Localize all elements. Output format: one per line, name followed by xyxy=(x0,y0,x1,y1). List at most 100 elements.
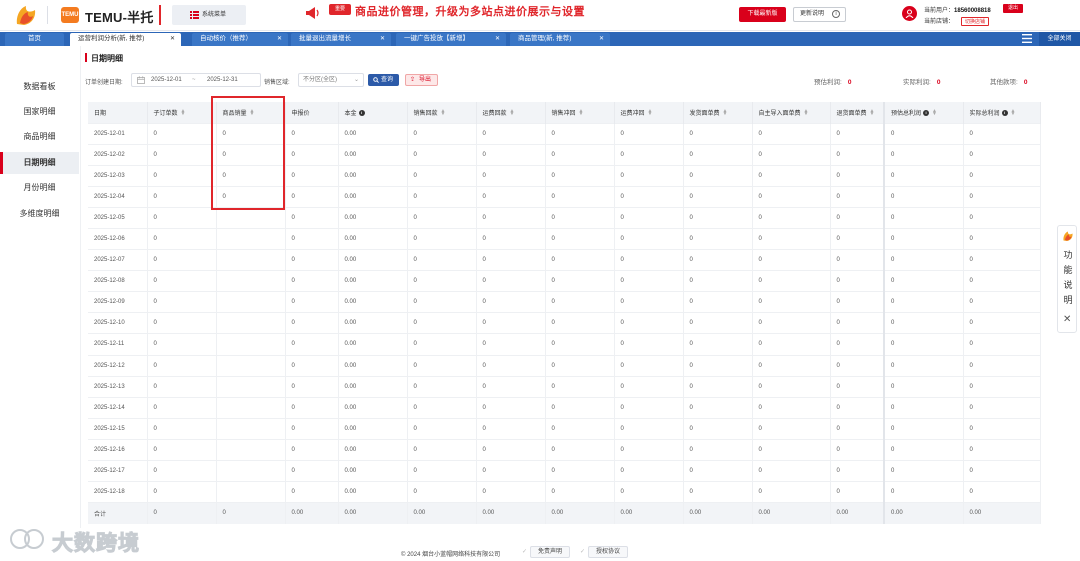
table-cell: 0 xyxy=(545,143,615,166)
table-cell: 0 xyxy=(216,143,286,166)
table-cell: 0.00 xyxy=(338,270,408,292)
close-icon[interactable]: ✕ xyxy=(170,33,175,45)
info-icon[interactable]: i xyxy=(358,110,365,117)
switch-store-button[interactable]: 切换店铺 xyxy=(961,16,990,26)
table-cell: 0 xyxy=(545,185,615,208)
watermark-logo-icon xyxy=(10,529,44,549)
sort-icon[interactable]: ▲ ▼ xyxy=(510,109,515,117)
sort-icon[interactable]: ▲ ▼ xyxy=(723,109,728,117)
tab-auto-pricing[interactable]: 自动核价（推荐） ✕ xyxy=(192,33,288,46)
download-latest-button[interactable]: 下载最新版 xyxy=(739,7,786,22)
sort-icon[interactable]: ▲ ▼ xyxy=(1011,109,1016,117)
table-cell: 0.00 xyxy=(752,502,831,524)
sidebar-item-dashboard[interactable]: 数据看板 xyxy=(0,76,79,98)
table-cell: 0 xyxy=(407,375,477,398)
table-cell: 2025-12-15 xyxy=(88,417,148,440)
tab-list-icon[interactable] xyxy=(1022,34,1032,43)
order-date-range-picker[interactable]: 2025-12-01 ~ 2025-12-31 xyxy=(131,73,261,87)
table-cell: 0.00 xyxy=(683,502,753,524)
temu-logo-icon: TEMU xyxy=(61,7,79,23)
export-button[interactable]: ⇪ 导出 xyxy=(405,74,438,86)
table-row: 2025-12-16 0 0 0.00 0 0 0 0 0 0 0 0 0 xyxy=(88,438,1041,461)
table-cell: 0.00 xyxy=(545,502,615,524)
column-header[interactable]: 运费冲回 ▲ ▼ xyxy=(614,102,684,123)
table-cell: 0 xyxy=(614,333,684,356)
sort-icon[interactable]: ▲ ▼ xyxy=(932,109,937,117)
table-cell: 0 xyxy=(545,270,615,292)
sort-icon[interactable]: ▲ ▼ xyxy=(579,109,584,117)
column-header-label: 本金 xyxy=(344,110,357,117)
feature-help-text: 功能说明 xyxy=(1063,250,1073,305)
table-cell: 0 xyxy=(147,354,217,377)
table-cell: 0 xyxy=(752,417,831,440)
column-header[interactable]: 商品销量 ▲ ▼ xyxy=(216,102,286,123)
close-icon[interactable]: ✕ xyxy=(277,33,282,45)
update-notes-button[interactable]: 更新说明 i xyxy=(793,7,846,22)
sort-icon[interactable]: ▲ ▼ xyxy=(250,109,255,117)
table-cell: 0 xyxy=(963,122,1041,145)
table-cell xyxy=(216,481,286,503)
table-cell: 0 xyxy=(545,354,615,377)
table-cell: 0.00 xyxy=(338,502,408,524)
table-cell: 0.00 xyxy=(285,502,339,524)
query-button[interactable]: 查询 xyxy=(368,74,399,86)
license-button[interactable]: 授权协议 xyxy=(588,546,629,558)
table-cell: 0 xyxy=(407,291,477,313)
tab-home[interactable]: 首页 xyxy=(5,33,64,46)
table-cell: 0 xyxy=(614,164,684,187)
table-cell: 0 xyxy=(752,185,831,208)
table-cell: 0 xyxy=(147,185,217,208)
table-cell: 0 xyxy=(883,291,964,313)
column-header[interactable]: 退货面单费 ▲ ▼ xyxy=(830,102,885,123)
sort-icon[interactable]: ▲ ▼ xyxy=(804,109,809,117)
sidebar-item-month-detail[interactable]: 月份明细 xyxy=(0,177,79,199)
column-header[interactable]: 预估总利润 i ▲ ▼ xyxy=(883,102,964,123)
sort-icon[interactable]: ▲ ▼ xyxy=(648,109,653,117)
user-avatar-icon[interactable] xyxy=(902,6,917,21)
other-amount-value: 0 xyxy=(1023,79,1028,86)
sidebar-item-date-detail[interactable]: 日期明细 xyxy=(0,152,79,174)
feature-help-panel[interactable]: 功能说明 ✕ xyxy=(1057,225,1077,333)
sort-icon[interactable]: ▲ ▼ xyxy=(181,109,186,117)
table-cell: 0.00 xyxy=(338,354,408,377)
tab-ad-launch[interactable]: 一键广告投放【新增】 ✕ xyxy=(396,33,506,46)
table-cell: 2025-12-18 xyxy=(88,481,148,503)
table-cell: 0 xyxy=(407,354,477,377)
tab-product-management[interactable]: 商品管理(新, 推荐) ✕ xyxy=(510,33,610,46)
column-header[interactable]: 运费回款 ▲ ▼ xyxy=(476,102,546,123)
estimated-profit-label: 预估利润: xyxy=(814,79,842,86)
sidebar-item-multi-dimension[interactable]: 多维度明细 xyxy=(0,203,79,225)
table-cell: 0 xyxy=(285,375,339,398)
sidebar-item-product-detail[interactable]: 商品明细 xyxy=(0,126,79,148)
sidebar-item-country-detail[interactable]: 国家明细 xyxy=(0,101,79,123)
logout-button[interactable]: 退出 xyxy=(1003,4,1023,13)
system-menu-button[interactable]: 系统菜单 xyxy=(172,5,246,25)
column-header[interactable]: 发货面单费 ▲ ▼ xyxy=(683,102,753,123)
column-header[interactable]: 子订单数 ▲ ▼ xyxy=(147,102,217,123)
info-icon[interactable]: i xyxy=(923,110,930,117)
table-cell: 0 xyxy=(476,270,546,292)
disclaimer-button[interactable]: 免责声明 xyxy=(530,546,571,558)
column-header[interactable]: 销售回款 ▲ ▼ xyxy=(407,102,477,123)
tab-batch-exit-traffic[interactable]: 批量退出流量增长 ✕ xyxy=(291,33,391,46)
column-header[interactable]: 实际总利润 i ▲ ▼ xyxy=(963,102,1041,123)
close-icon[interactable]: ✕ xyxy=(380,33,385,45)
table-cell: 0 xyxy=(614,227,684,250)
close-icon[interactable]: ✕ xyxy=(599,33,604,45)
close-icon[interactable]: ✕ xyxy=(495,33,500,45)
tab-profit-analysis[interactable]: 运营利润分析(新, 推荐) ✕ xyxy=(70,33,181,46)
column-header[interactable]: 自主导入面单费 ▲ ▼ xyxy=(752,102,831,123)
table-cell: 0 xyxy=(476,438,546,461)
column-header[interactable]: 销售冲回 ▲ ▼ xyxy=(545,102,615,123)
close-all-tabs-button[interactable]: 全部关闭 xyxy=(1039,32,1080,46)
order-date-label: 订单创建日期: xyxy=(85,80,123,86)
table-cell: 0.00 xyxy=(338,459,408,482)
sort-icon[interactable]: ▲ ▼ xyxy=(441,109,446,117)
sales-region-select[interactable]: 不分区(全区) ⌄ xyxy=(298,73,364,87)
info-icon[interactable]: i xyxy=(1001,110,1008,117)
table-cell: 0 xyxy=(683,375,753,398)
table-cell: 0 xyxy=(476,206,546,229)
table-cell: 0 xyxy=(883,417,964,440)
close-icon[interactable]: ✕ xyxy=(1063,314,1071,325)
sort-icon[interactable]: ▲ ▼ xyxy=(870,109,875,117)
